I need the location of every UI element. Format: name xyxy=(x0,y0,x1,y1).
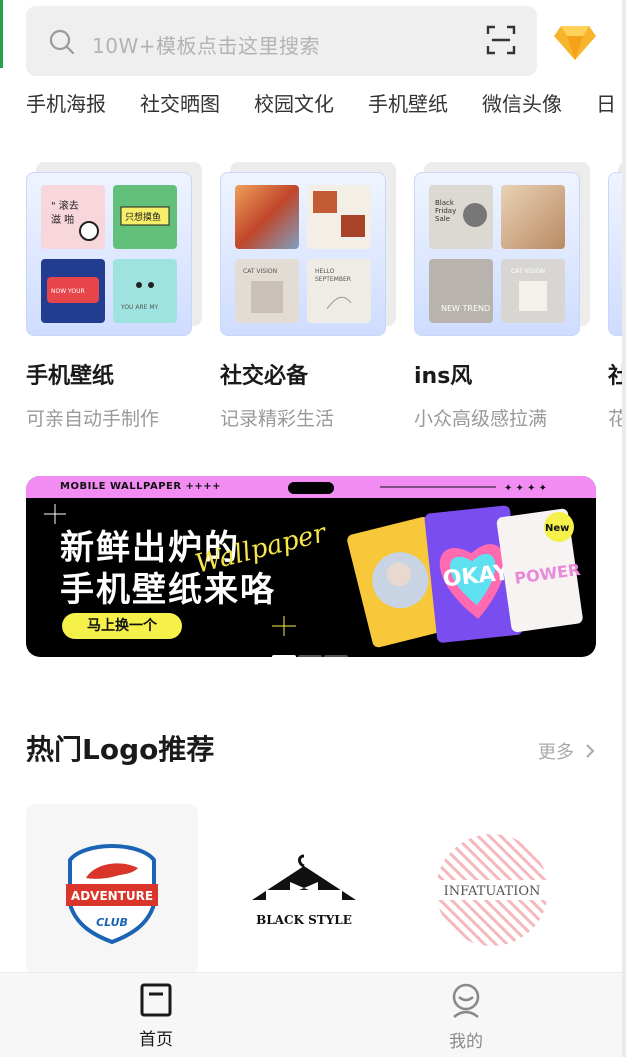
logo-card[interactable]: ADVENTURE CLUB xyxy=(26,804,198,974)
svg-text:NOW YOUR: NOW YOUR xyxy=(51,288,85,295)
more-link[interactable]: 更多 xyxy=(538,738,596,764)
svg-text:Black: Black xyxy=(435,199,455,207)
card-title: 社 xyxy=(608,364,622,389)
search-bar[interactable]: 10W+模板点击这里搜索 xyxy=(26,6,537,76)
chevron-right-icon xyxy=(586,744,595,758)
svg-text:New: New xyxy=(545,523,569,534)
section-title: 热门Logo推荐 xyxy=(26,733,215,766)
nav-me[interactable]: 我的 xyxy=(426,983,506,1052)
svg-text:HELLO: HELLO xyxy=(315,268,335,275)
card-thumbnail xyxy=(608,172,622,336)
nav-home-label: 首页 xyxy=(139,1030,173,1050)
carousel-indicator[interactable] xyxy=(272,644,350,657)
card-title: 社交必备 xyxy=(220,364,309,389)
category-tab[interactable]: 微信头像 xyxy=(482,88,562,117)
more-label: 更多 xyxy=(538,742,574,763)
category-tab[interactable]: 手机海报 xyxy=(26,88,106,117)
profile-icon xyxy=(452,983,480,1019)
svg-text:SEPTEMBER: SEPTEMBER xyxy=(315,276,351,283)
template-card[interactable]: CAT VISION HELLO SEPTEMBER 社交必备 记录精彩生活 xyxy=(220,162,396,430)
card-title: 手机壁纸 xyxy=(26,364,115,389)
card-subtitle: 可亲自动手制作 xyxy=(26,408,160,430)
infatuation-logo: INFATUATION xyxy=(434,834,554,946)
svg-text:Sale: Sale xyxy=(435,215,450,223)
svg-text:NEW TREND: NEW TREND xyxy=(441,304,490,313)
svg-text:✦ ✦ ✦ ✦: ✦ ✦ ✦ ✦ xyxy=(504,483,547,494)
svg-text:" 滚去: " 滚去 xyxy=(51,199,79,212)
card-subtitle: 花 xyxy=(608,408,622,430)
template-cards: " 滚去滋 啪 只想摸鱼 NOW YOUR YOU ARE MY 手机壁纸 可亲… xyxy=(26,162,622,442)
window-edge xyxy=(0,0,3,68)
svg-text:只想摸鱼: 只想摸鱼 xyxy=(125,211,161,223)
category-tab[interactable]: 日 xyxy=(596,88,616,117)
category-tab[interactable]: 社交晒图 xyxy=(140,88,220,117)
card-thumbnail: CAT VISION HELLO SEPTEMBER xyxy=(220,172,386,336)
template-card[interactable]: " 滚去滋 啪 只想摸鱼 NOW YOUR YOU ARE MY 手机壁纸 可亲… xyxy=(26,162,202,430)
logo-text: BLACK STYLE xyxy=(256,913,352,927)
search-icon xyxy=(49,29,75,55)
category-tab[interactable]: 校园文化 xyxy=(254,88,334,117)
card-thumbnail: " 滚去滋 啪 只想摸鱼 NOW YOUR YOU ARE MY xyxy=(26,172,192,336)
card-subtitle: 小众高级感拉满 xyxy=(414,408,548,430)
card-title: ins风 xyxy=(414,364,473,389)
svg-text:CAT VISION: CAT VISION xyxy=(243,268,277,275)
logo-text: CLUB xyxy=(96,916,128,929)
bottom-navigation: 首页 我的 xyxy=(0,972,622,1057)
promo-banner[interactable]: MOBILE WALLPAPER ++++ ✦ ✦ ✦ ✦ OKAY POWER… xyxy=(26,476,596,657)
logo-text: INFATUATION xyxy=(444,884,541,899)
nav-home[interactable]: 首页 xyxy=(116,983,196,1050)
svg-text:滋 啪: 滋 啪 xyxy=(51,213,74,226)
black-style-logo: BLACK STYLE xyxy=(252,854,356,927)
vip-diamond-icon[interactable] xyxy=(553,22,597,62)
card-thumbnail: Black Friday Sale NEW TREND CAT VISION xyxy=(414,172,580,336)
category-tab[interactable]: 手机壁纸 xyxy=(368,88,448,117)
template-card[interactable]: Black Friday Sale NEW TREND CAT VISION ins… xyxy=(414,162,590,430)
app-screen: 10W+模板点击这里搜索 手机海报 社交晒图 校园文化 手机壁纸 微信头像日 " 滚去滋… xyxy=(0,0,622,1057)
logo-card[interactable]: INFATUATION xyxy=(410,804,582,974)
window-edge xyxy=(622,0,626,1057)
logo-text: ADVENTURE xyxy=(71,889,153,903)
search-input[interactable]: 10W+模板点击这里搜索 xyxy=(92,30,320,59)
category-tabs: 手机海报 社交晒图 校园文化 手机壁纸 微信头像 日 xyxy=(26,88,622,120)
svg-text:CAT VISION: CAT VISION xyxy=(511,268,545,275)
banner-cta-button[interactable]: 马上换一个 xyxy=(62,613,182,639)
logo-card[interactable]: BLACK STYLE xyxy=(218,804,390,974)
adventure-club-logo: ADVENTURE CLUB xyxy=(66,843,158,945)
template-card[interactable]: 社 花 xyxy=(608,162,622,430)
banner-headline-2: 手机壁纸来咯 xyxy=(60,570,276,610)
home-icon xyxy=(140,983,172,1017)
scan-icon[interactable] xyxy=(485,24,517,56)
card-subtitle: 记录精彩生活 xyxy=(220,408,335,430)
svg-text:YOU ARE MY: YOU ARE MY xyxy=(120,304,159,311)
svg-text:Friday: Friday xyxy=(435,207,456,215)
nav-me-label: 我的 xyxy=(449,1032,483,1052)
